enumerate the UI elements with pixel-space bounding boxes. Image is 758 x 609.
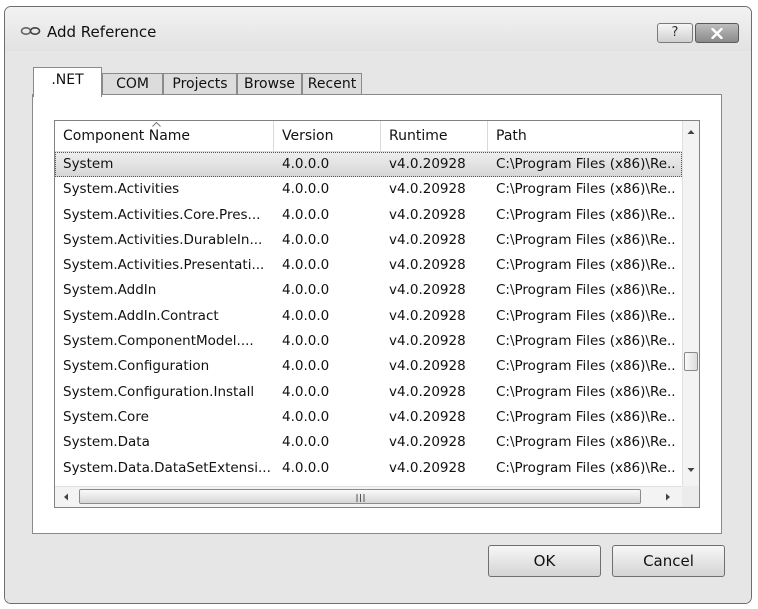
tab-projects[interactable]: Projects	[163, 73, 237, 95]
tab-com[interactable]: COM	[102, 73, 163, 95]
cell-runtime: v4.0.20928	[389, 408, 466, 425]
cell-runtime: v4.0.20928	[389, 206, 466, 223]
cell-runtime: v4.0.20928	[389, 257, 466, 274]
column-header-version[interactable]: Version	[274, 121, 381, 151]
column-header-runtime[interactable]: Runtime	[381, 121, 488, 151]
cell-version: 4.0.0.0	[282, 257, 330, 274]
cell-path: C:\Program Files (x86)\Re..	[496, 459, 676, 476]
table-row[interactable]: System.AddIn 4.0.0.0 v4.0.20928 C:\Progr…	[55, 278, 682, 303]
cell-component-name: System.AddIn.Contract	[63, 307, 219, 324]
tab-browse[interactable]: Browse	[237, 73, 302, 95]
table-row[interactable]: System 4.0.0.0 v4.0.20928 C:\Program Fil…	[55, 152, 682, 178]
cell-version: 4.0.0.0	[282, 181, 330, 198]
ok-button[interactable]: OK	[488, 545, 601, 577]
scroll-up-arrow-icon[interactable]	[686, 127, 696, 137]
close-button[interactable]	[695, 23, 739, 43]
cell-version: 4.0.0.0	[282, 434, 330, 451]
horizontal-scroll-thumb[interactable]	[79, 489, 641, 504]
cell-path: C:\Program Files (x86)\Re..	[496, 257, 676, 274]
cell-path: C:\Program Files (x86)\Re..	[496, 181, 676, 198]
grip-icon	[356, 494, 364, 502]
cell-runtime: v4.0.20928	[389, 434, 466, 451]
cell-component-name: System.Activities.Presentati...	[63, 257, 265, 274]
cell-runtime: v4.0.20928	[389, 156, 466, 172]
dialog-title: Add Reference	[47, 23, 157, 41]
cell-version: 4.0.0.0	[282, 206, 330, 223]
cell-version: 4.0.0.0	[282, 459, 330, 476]
tab-panel: Component Name Version Runtime Path Syst…	[32, 94, 722, 534]
cell-path: C:\Program Files (x86)\Re..	[496, 282, 676, 299]
cell-path: C:\Program Files (x86)\Re..	[496, 434, 676, 451]
table-row[interactable]: System.Data 4.0.0.0 v4.0.20928 C:\Progra…	[55, 430, 682, 455]
column-header-component-name[interactable]: Component Name	[55, 121, 274, 151]
cancel-button[interactable]: Cancel	[612, 545, 725, 577]
cell-runtime: v4.0.20928	[389, 181, 466, 198]
cell-component-name: System.Activities.DurableIn...	[63, 231, 263, 248]
scrollbar-corner	[682, 486, 699, 507]
cell-component-name: System.AddIn	[63, 282, 157, 299]
title-bar[interactable]: Add Reference ?	[5, 7, 751, 51]
cell-path: C:\Program Files (x86)\Re..	[496, 333, 676, 350]
cell-version: 4.0.0.0	[282, 333, 330, 350]
cell-path: C:\Program Files (x86)\Re..	[496, 358, 676, 375]
cell-version: 4.0.0.0	[282, 156, 330, 172]
cell-path: C:\Program Files (x86)\Re..	[496, 206, 676, 223]
help-button[interactable]: ?	[657, 23, 693, 43]
cell-component-name: System.Activities.Core.Pres...	[63, 206, 261, 223]
cell-runtime: v4.0.20928	[389, 358, 466, 375]
table-row[interactable]: System.Activities.Core.Pres... 4.0.0.0 v…	[55, 203, 682, 228]
table-row[interactable]: System.Activities 4.0.0.0 v4.0.20928 C:\…	[55, 177, 682, 202]
cell-path: C:\Program Files (x86)\Re..	[496, 383, 676, 400]
vertical-scrollbar[interactable]	[682, 121, 699, 486]
table-row[interactable]: System.Core 4.0.0.0 v4.0.20928 C:\Progra…	[55, 405, 682, 430]
cell-version: 4.0.0.0	[282, 231, 330, 248]
sort-ascending-icon	[152, 122, 161, 127]
cell-path: C:\Program Files (x86)\Re..	[496, 307, 676, 324]
scroll-down-arrow-icon[interactable]	[686, 465, 696, 475]
cell-version: 4.0.0.0	[282, 282, 330, 299]
cell-path: C:\Program Files (x86)\Re..	[496, 156, 676, 172]
dialog-client: .NET COM Projects Browse Recent Componen…	[5, 51, 751, 603]
cell-runtime: v4.0.20928	[389, 383, 466, 400]
horizontal-scrollbar[interactable]	[55, 486, 682, 507]
cell-component-name: System	[63, 156, 114, 172]
add-reference-dialog: Add Reference ? .NET COM Projects Browse…	[4, 6, 752, 604]
table-row[interactable]: System.Activities.DurableIn... 4.0.0.0 v…	[55, 228, 682, 253]
cell-path: C:\Program Files (x86)\Re..	[496, 231, 676, 248]
scroll-left-arrow-icon[interactable]	[61, 492, 71, 502]
cell-runtime: v4.0.20928	[389, 307, 466, 324]
column-header-path[interactable]: Path	[488, 121, 682, 151]
cell-runtime: v4.0.20928	[389, 333, 466, 350]
cell-runtime: v4.0.20928	[389, 231, 466, 248]
cell-version: 4.0.0.0	[282, 307, 330, 324]
list-rows: System 4.0.0.0 v4.0.20928 C:\Program Fil…	[55, 152, 682, 481]
cell-component-name: System.Core	[63, 408, 149, 425]
table-row[interactable]: System.Configuration.Install 4.0.0.0 v4.…	[55, 380, 682, 405]
tab-recent[interactable]: Recent	[302, 73, 362, 95]
list-header: Component Name Version Runtime Path	[55, 121, 682, 152]
cell-component-name: System.Configuration	[63, 358, 210, 375]
cell-runtime: v4.0.20928	[389, 282, 466, 299]
cell-component-name: System.Data	[63, 434, 150, 451]
table-row[interactable]: System.AddIn.Contract 4.0.0.0 v4.0.20928…	[55, 304, 682, 329]
cell-version: 4.0.0.0	[282, 358, 330, 375]
vertical-scroll-thumb[interactable]	[684, 352, 698, 371]
tab-dotnet[interactable]: .NET	[33, 67, 102, 97]
scroll-right-arrow-icon[interactable]	[663, 492, 673, 502]
cell-path: C:\Program Files (x86)\Re..	[496, 408, 676, 425]
table-row[interactable]: System.Activities.Presentati... 4.0.0.0 …	[55, 253, 682, 278]
cell-component-name: System.Configuration.Install	[63, 383, 255, 400]
cell-component-name: System.ComponentModel....	[63, 333, 254, 350]
cell-runtime: v4.0.20928	[389, 459, 466, 476]
cell-version: 4.0.0.0	[282, 408, 330, 425]
cell-component-name: System.Data.DataSetExtensi...	[63, 459, 271, 476]
cell-component-name: System.Activities	[63, 181, 180, 198]
component-list[interactable]: Component Name Version Runtime Path Syst…	[54, 120, 700, 508]
reference-link-icon	[20, 26, 41, 36]
table-row[interactable]: System.Data.DataSetExtensi... 4.0.0.0 v4…	[55, 456, 682, 481]
close-icon	[711, 27, 723, 40]
table-row[interactable]: System.ComponentModel.... 4.0.0.0 v4.0.2…	[55, 329, 682, 354]
table-row[interactable]: System.Configuration 4.0.0.0 v4.0.20928 …	[55, 354, 682, 379]
cell-version: 4.0.0.0	[282, 383, 330, 400]
